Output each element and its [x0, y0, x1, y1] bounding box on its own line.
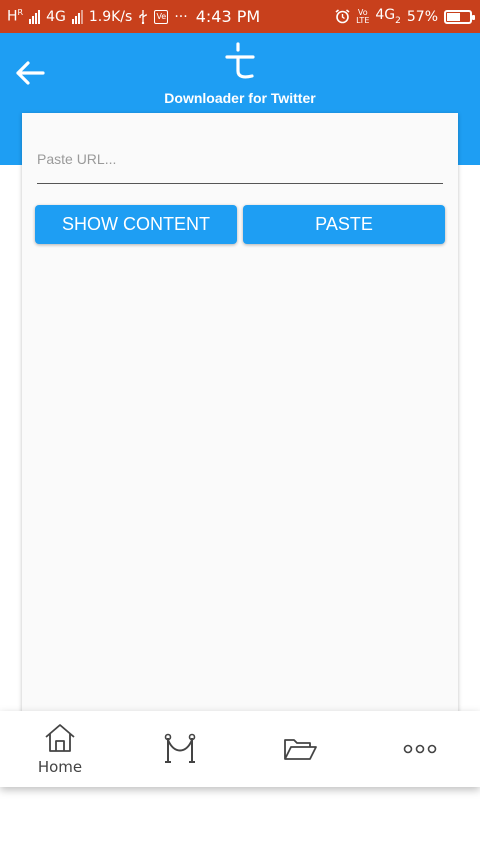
arrow-left-icon [16, 61, 45, 85]
network-type-4g: 4G [46, 8, 66, 25]
status-left: HR 4G 1.9K/s Ve ··· 4:43 PM [7, 0, 260, 33]
volte-indicator: Vo LTE [356, 7, 370, 25]
t-logo-icon [222, 41, 258, 81]
status-bar: HR 4G 1.9K/s Ve ··· 4:43 PM Vo LTE 4G2 57… [0, 0, 480, 33]
paste-button[interactable]: PASTE [243, 205, 445, 244]
nav-more[interactable] [360, 711, 480, 787]
show-content-button[interactable]: SHOW CONTENT [35, 205, 237, 244]
content-card: SHOW CONTENT PASTE [22, 113, 458, 715]
app-screen: HR 4G 1.9K/s Ve ··· 4:43 PM Vo LTE 4G2 57… [0, 0, 480, 853]
nav-home[interactable]: Home [0, 711, 120, 787]
signal-icon [29, 9, 41, 24]
gallery-icon [164, 733, 196, 763]
folder-icon [284, 739, 317, 760]
status-right: Vo LTE 4G2 57% [335, 0, 475, 33]
app-title: Downloader for Twitter [164, 90, 316, 106]
nav-gallery[interactable] [120, 711, 240, 787]
clock: 4:43 PM [195, 7, 261, 26]
url-input[interactable] [37, 143, 443, 184]
battery-icon [444, 9, 475, 24]
app-notification-icon: Ve [154, 9, 169, 24]
nav-home-label: Home [37, 758, 83, 776]
more-notifications-icon: ··· [174, 8, 188, 25]
signal-icon-secondary [71, 9, 83, 24]
network-type-right: 4G2 [375, 7, 401, 26]
network-type-h: HR [7, 8, 24, 25]
usb-icon [138, 9, 148, 24]
back-button[interactable] [12, 55, 48, 91]
nav-folder[interactable] [240, 711, 360, 787]
bottom-navigation: Home [0, 711, 480, 787]
battery-percent: 57% [406, 8, 438, 25]
home-icon [45, 724, 75, 752]
alarm-icon [335, 9, 350, 24]
more-icon [403, 744, 437, 754]
data-speed: 1.9K/s [88, 8, 133, 25]
